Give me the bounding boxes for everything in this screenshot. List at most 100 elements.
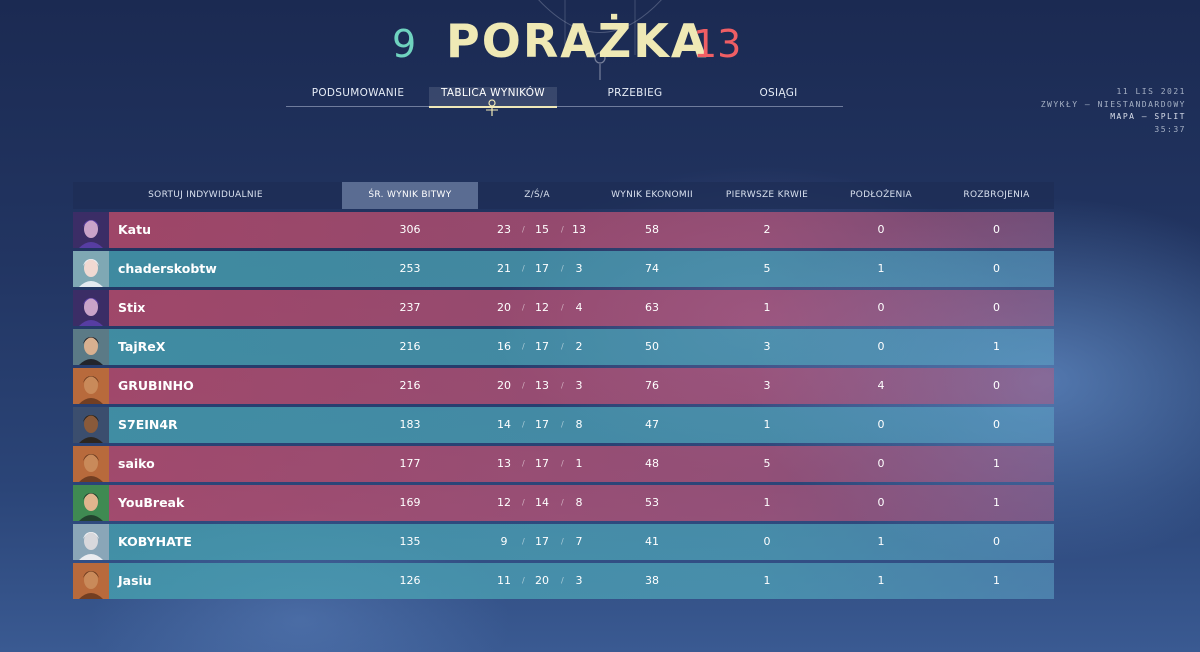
econ-header[interactable]: WYNIK EKONOMII [595, 182, 709, 209]
acs-value: 135 [399, 535, 421, 548]
tab-performance[interactable]: OSIĄGI [714, 87, 843, 106]
first-bloods-value: 5 [763, 262, 771, 275]
tab-summary[interactable]: PODSUMOWANIE [286, 87, 430, 106]
scoreboard-row[interactable]: S7EIN4R 183 14 / 17 / 8 47 1 0 0 [73, 407, 1054, 443]
plants-value: 0 [877, 457, 885, 470]
kda-separator: / [522, 342, 525, 351]
player-name: Jasiu [118, 573, 152, 588]
acs-value: 183 [399, 418, 421, 431]
acs-value: 216 [399, 340, 421, 353]
defuses-value: 0 [993, 418, 1000, 431]
deaths-value: 17 [535, 457, 549, 470]
defuses-value: 0 [993, 535, 1000, 548]
deaths-value: 20 [535, 574, 549, 587]
sort-individual-header[interactable]: SORTUJ INDYWIDUALNIE [73, 182, 338, 209]
scoreboard-row[interactable]: saiko 177 13 / 17 / 1 48 5 0 1 [73, 446, 1054, 482]
kda-separator: / [561, 420, 564, 429]
plants-value: 0 [877, 340, 885, 353]
deaths-value: 17 [535, 418, 549, 431]
first-bloods-value: 0 [763, 535, 771, 548]
agent-avatar-icon [73, 290, 109, 326]
kda-separator: / [561, 498, 564, 507]
defuses-value: 1 [993, 496, 1000, 509]
player-name: Katu [118, 222, 151, 237]
first-bloods-value: 3 [763, 340, 771, 353]
kills-value: 11 [497, 574, 511, 587]
tab-bar: PODSUMOWANIE TABLICA WYNIKÓW PRZEBIEG OS… [286, 82, 843, 108]
scoreboard-row[interactable]: Stix 237 20 / 12 / 4 63 1 0 0 [73, 290, 1054, 326]
assists-value: 7 [575, 535, 583, 548]
deaths-value: 14 [535, 496, 549, 509]
agent-avatar-icon [73, 368, 109, 404]
player-name: GRUBINHO [118, 378, 194, 393]
player-name: YouBreak [118, 495, 185, 510]
plants-value: 1 [877, 262, 885, 275]
kda-header[interactable]: Z/Ś/A [480, 182, 594, 209]
active-tab-marker-icon [486, 99, 498, 116]
first-bloods-value: 1 [763, 418, 771, 431]
plants-value: 0 [877, 418, 885, 431]
econ-value: 53 [645, 496, 659, 509]
scoreboard-row[interactable]: YouBreak 169 12 / 14 / 8 53 1 0 1 [73, 485, 1054, 521]
kills-value: 20 [497, 379, 511, 392]
defuses-header[interactable]: ROZBROJENIA [939, 182, 1054, 209]
kda-separator: / [522, 537, 525, 546]
acs-header[interactable]: ŚR. WYNIK BITWY [342, 182, 478, 209]
first-bloods-value: 5 [763, 457, 771, 470]
kills-value: 13 [497, 457, 511, 470]
match-info: 11 LIS 2021 ZWYKŁY – NIESTANDARDOWY MAPA… [1036, 86, 1186, 136]
player-name: KOBYHATE [118, 534, 192, 549]
scoreboard-row[interactable]: chaderskobtw 253 21 / 17 / 3 74 5 1 0 [73, 251, 1054, 287]
first-bloods-header[interactable]: PIERWSZE KRWIE [710, 182, 824, 209]
match-result-title: PORAŻKA [446, 14, 709, 68]
scoreboard-row[interactable]: Jasiu 126 11 / 20 / 3 38 1 1 1 [73, 563, 1054, 599]
plants-header[interactable]: PODŁOŻENIA [824, 182, 938, 209]
deaths-value: 12 [535, 301, 549, 314]
agent-avatar-icon [73, 524, 109, 560]
plants-value: 4 [877, 379, 885, 392]
tab-timeline[interactable]: PRZEBIEG [571, 87, 699, 106]
scoreboard-rows: Katu 306 23 / 15 / 13 58 2 0 0 chadersko… [73, 212, 1054, 599]
plants-value: 1 [877, 574, 885, 587]
defuses-value: 0 [993, 301, 1000, 314]
kda-separator: / [561, 459, 564, 468]
kda-separator: / [561, 264, 564, 273]
acs-value: 306 [399, 223, 421, 236]
kda-separator: / [522, 381, 525, 390]
acs-value: 169 [399, 496, 421, 509]
scoreboard-row[interactable]: GRUBINHO 216 20 / 13 / 3 76 3 4 0 [73, 368, 1054, 404]
plants-value: 0 [877, 496, 885, 509]
match-duration: 35:37 [1154, 124, 1186, 134]
assists-value: 8 [575, 418, 583, 431]
match-map: MAPA – SPLIT [1110, 112, 1186, 121]
kda-separator: / [561, 225, 564, 234]
agent-avatar-icon [73, 407, 109, 443]
team-score-right: 13 [693, 22, 742, 66]
player-name: TajReX [118, 339, 166, 354]
team-score-left: 9 [392, 22, 417, 66]
match-date: 11 LIS 2021 [1116, 87, 1186, 96]
deaths-value: 13 [535, 379, 549, 392]
deaths-value: 15 [535, 223, 549, 236]
kda-separator: / [561, 576, 564, 585]
scoreboard-row[interactable]: TajReX 216 16 / 17 / 2 50 3 0 1 [73, 329, 1054, 365]
player-name: Stix [118, 300, 146, 315]
agent-avatar-icon [73, 212, 109, 248]
first-bloods-value: 1 [763, 574, 771, 587]
assists-value: 3 [575, 379, 583, 392]
scoreboard-row[interactable]: Katu 306 23 / 15 / 13 58 2 0 0 [73, 212, 1054, 248]
econ-value: 76 [645, 379, 659, 392]
player-name: S7EIN4R [118, 417, 178, 432]
deaths-value: 17 [535, 535, 549, 548]
kda-separator: / [561, 342, 564, 351]
first-bloods-value: 1 [763, 301, 771, 314]
player-name: saiko [118, 456, 155, 471]
kills-value: 14 [497, 418, 511, 431]
agent-avatar-icon [73, 485, 109, 521]
player-name: chaderskobtw [118, 261, 217, 276]
kda-separator: / [522, 264, 525, 273]
scoreboard-row[interactable]: KOBYHATE 135 9 / 17 / 7 41 0 1 0 [73, 524, 1054, 560]
kda-separator: / [522, 303, 525, 312]
kda-separator: / [522, 459, 525, 468]
econ-value: 63 [645, 301, 659, 314]
